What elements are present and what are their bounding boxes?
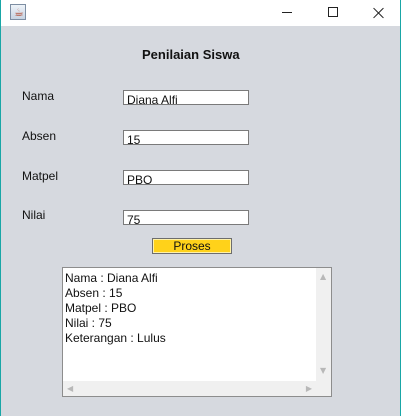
output-line-matpel: Matpel : PBO: [65, 301, 137, 315]
nama-field[interactable]: Diana Alfi: [123, 90, 249, 105]
java-cup-icon[interactable]: ☕: [10, 4, 26, 20]
close-icon: [371, 1, 387, 23]
output-line-nama: Nama : Diana Alfi: [65, 271, 158, 285]
maximize-button[interactable]: [310, 0, 356, 26]
nilai-field[interactable]: 75: [123, 210, 249, 225]
scroll-right-icon[interactable]: ▶: [306, 385, 312, 393]
vertical-scrollbar[interactable]: ▲ ▼: [316, 268, 331, 381]
scroll-down-icon[interactable]: ▼: [320, 367, 326, 375]
form-title: Penilaian Siswa: [142, 47, 240, 62]
output-line-absen: Absen : 15: [65, 286, 123, 300]
nama-label: Nama: [22, 89, 55, 103]
close-button[interactable]: [356, 0, 401, 26]
output-line-keterangan: Keterangan : Lulus: [65, 331, 166, 345]
horizontal-scrollbar[interactable]: ◀ ▶: [63, 381, 316, 396]
output-text-area[interactable]: Nama : Diana Alfi Absen : 15 Matpel : PB…: [62, 267, 332, 397]
minimize-icon: [282, 12, 292, 13]
matpel-label: Matpel: [22, 169, 59, 183]
minimize-button[interactable]: [264, 0, 310, 26]
absen-field[interactable]: 15: [123, 130, 249, 145]
scroll-left-icon[interactable]: ◀: [67, 385, 73, 393]
absen-label: Absen: [22, 129, 57, 143]
maximize-icon: [328, 7, 338, 17]
output-lines: Nama : Diana Alfi Absen : 15 Matpel : PB…: [65, 271, 315, 346]
scroll-up-icon[interactable]: ▲: [320, 273, 326, 281]
nilai-label: Nilai: [22, 208, 46, 222]
scrollbar-corner: [316, 381, 331, 396]
matpel-field[interactable]: PBO: [123, 170, 249, 185]
output-line-nilai: Nilai : 75: [65, 316, 112, 330]
proses-button[interactable]: Proses: [152, 238, 232, 254]
app-window: ☕ Penilaian Siswa Nama Diana Alfi Absen …: [0, 0, 401, 416]
title-bar[interactable]: ☕: [1, 0, 400, 26]
